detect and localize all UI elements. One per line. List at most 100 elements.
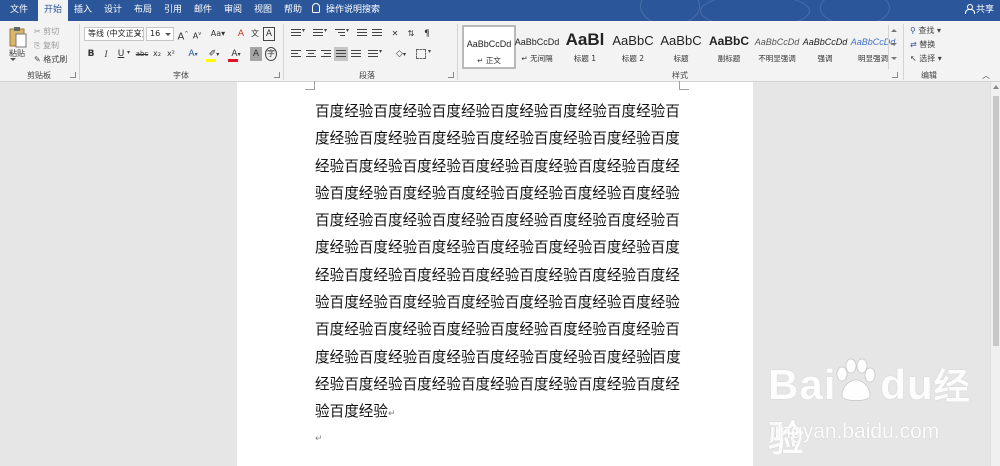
font-family-select[interactable]: 等线 (中文正文) xyxy=(84,27,144,41)
font-size-value: 16 xyxy=(150,29,161,38)
style-heading-1[interactable]: AaBl 标题 1 xyxy=(558,25,612,69)
change-case-button[interactable]: Aa▾ xyxy=(208,27,228,41)
tab-design[interactable]: 设计 xyxy=(98,0,128,21)
format-painter-label: 格式刷 xyxy=(43,55,68,64)
chevron-up-icon[interactable] xyxy=(891,29,897,32)
style-preview: AaBbCcDd xyxy=(754,37,800,47)
style-name: 强调 xyxy=(817,54,833,63)
text-line: 百度经验百度经验百度经验百度经验百度经验百度经验百 xyxy=(315,321,680,339)
change-case-icon: Aa xyxy=(210,29,222,38)
align-right-icon[interactable] xyxy=(321,50,331,59)
replace-button[interactable]: ⇄ 替换 xyxy=(910,39,935,50)
style-heading-2[interactable]: AaBbC 标题 2 xyxy=(606,25,660,69)
bold-button[interactable]: B xyxy=(86,47,96,61)
chinese-layout-button[interactable]: ✕ xyxy=(389,27,401,41)
clear-formatting-button[interactable]: A xyxy=(235,27,247,41)
paragraph-group-label: 段落 xyxy=(359,71,375,80)
tab-help[interactable]: 帮助 xyxy=(278,0,308,21)
grow-font-button[interactable]: A^ xyxy=(177,27,189,42)
underline-button[interactable]: U xyxy=(116,47,126,61)
collapse-ribbon-icon[interactable]: ︿ xyxy=(982,70,990,81)
bullets-dropdown-icon[interactable]: ▾ xyxy=(302,27,305,34)
empty-paragraph-mark[interactable]: ↵ xyxy=(315,434,323,444)
character-shading-button[interactable]: A xyxy=(250,47,262,61)
text-line: 经验百度经验百度经验百度经验百度经验百度经验百度经 xyxy=(315,375,680,393)
tab-layout[interactable]: 布局 xyxy=(128,0,158,21)
align-left-icon[interactable] xyxy=(291,50,301,59)
scroll-thumb[interactable] xyxy=(993,96,999,346)
shading-button[interactable]: ◇▾ xyxy=(392,47,410,61)
shrink-font-button[interactable]: Av xyxy=(191,27,203,41)
multilevel-list-icon[interactable] xyxy=(335,29,345,38)
chevron-down-icon[interactable] xyxy=(891,43,897,46)
tab-view[interactable]: 视图 xyxy=(248,0,278,21)
align-center-icon[interactable] xyxy=(306,50,316,59)
select-button[interactable]: ↖ 选择 ▾ xyxy=(910,53,942,64)
text-effects-button[interactable]: A▾ xyxy=(184,47,202,61)
share-button[interactable]: 共享 xyxy=(964,0,994,21)
format-painter-button[interactable]: ✎ 格式刷 xyxy=(34,54,67,65)
styles-launcher-icon[interactable] xyxy=(892,72,898,78)
style-subtle-emphasis[interactable]: AaBbCcDd 不明显强调 xyxy=(750,25,804,69)
copy-button[interactable]: ⎘ 复制 xyxy=(34,40,59,51)
tab-insert[interactable]: 插入 xyxy=(68,0,98,21)
borders-icon[interactable] xyxy=(416,49,426,59)
tab-file[interactable]: 文件 xyxy=(0,0,38,21)
paste-icon[interactable] xyxy=(8,25,28,49)
sort-button[interactable]: ⇅ xyxy=(405,27,417,41)
scroll-up-icon[interactable] xyxy=(993,85,999,89)
bullets-icon[interactable] xyxy=(291,29,301,38)
tab-mailings[interactable]: 邮件 xyxy=(188,0,218,21)
superscript-button[interactable]: x² xyxy=(165,47,177,61)
style-normal[interactable]: AaBbCcDd ↵ 正文 xyxy=(462,25,516,69)
style-subtitle[interactable]: AaBbC 副标题 xyxy=(702,25,756,69)
style-title[interactable]: AaBbC 标题 xyxy=(654,25,708,69)
text-line: 验百度经验百度经验百度经验百度经验百度经验百度经验 xyxy=(315,294,680,312)
line-spacing-dropdown-icon[interactable]: ▾ xyxy=(379,48,382,55)
character-border-button[interactable]: A xyxy=(263,27,275,41)
style-no-spacing[interactable]: AaBbCcDd ↵ 无间隔 xyxy=(510,25,564,69)
body-paragraph[interactable]: 百度经验百度经验百度经验百度经验百度经验百度经验百 度经验百度经验百度经验百度经… xyxy=(315,98,681,426)
numbering-dropdown-icon[interactable]: ▾ xyxy=(324,27,327,34)
clipboard-launcher-icon[interactable] xyxy=(70,72,76,78)
text-line: 经验百度经验百度经验百度经验百度经验百度经验百度经 xyxy=(315,266,680,284)
tell-me-search[interactable]: 操作说明搜索 xyxy=(312,0,380,21)
borders-dropdown-icon[interactable]: ▾ xyxy=(428,48,431,55)
tab-home[interactable]: 开始 xyxy=(38,0,68,21)
find-button[interactable]: ⚲ 查找 ▾ xyxy=(910,25,941,36)
show-marks-button[interactable]: ¶ xyxy=(421,27,433,41)
style-preview: AaBbC xyxy=(612,33,654,48)
style-preview: AaBbCcDd xyxy=(466,39,512,49)
decrease-indent-icon[interactable] xyxy=(357,29,367,38)
clipboard-group-label: 剪贴板 xyxy=(27,71,51,80)
tab-review[interactable]: 审阅 xyxy=(218,0,248,21)
numbering-icon[interactable] xyxy=(313,29,323,38)
replace-label: 替换 xyxy=(919,40,936,49)
more-styles-icon[interactable] xyxy=(891,57,897,60)
distributed-icon[interactable] xyxy=(351,50,361,59)
justify-icon xyxy=(336,50,346,59)
multilevel-dropdown-icon[interactable]: ▾ xyxy=(346,27,349,34)
character-shading-icon: A xyxy=(252,49,260,59)
increase-indent-icon[interactable] xyxy=(372,29,382,38)
strikethrough-button[interactable]: abc xyxy=(135,47,149,61)
font-size-select[interactable]: 16 xyxy=(146,27,174,41)
enclose-characters-button[interactable]: 字 xyxy=(265,47,277,61)
subscript-button[interactable]: x₂ xyxy=(151,47,163,61)
line-spacing-icon[interactable] xyxy=(368,50,378,59)
style-name: 不明显强调 xyxy=(758,54,796,63)
phonetic-guide-button[interactable]: 文 xyxy=(249,27,261,41)
cut-button[interactable]: ✂ 剪切 xyxy=(34,26,59,37)
font-launcher-icon[interactable] xyxy=(274,72,280,78)
underline-dropdown-icon[interactable]: ▾ xyxy=(127,49,130,56)
tab-references[interactable]: 引用 xyxy=(158,0,188,21)
copy-icon: ⎘ xyxy=(34,41,41,50)
paste-dropdown-icon[interactable] xyxy=(10,58,16,61)
paragraph-launcher-icon[interactable] xyxy=(448,72,454,78)
style-emphasis[interactable]: AaBbCcDd 强调 xyxy=(798,25,852,69)
text-after-caret: 百度 xyxy=(651,348,681,366)
document-page[interactable]: 百度经验百度经验百度经验百度经验百度经验百度经验百 度经验百度经验百度经验百度经… xyxy=(237,81,753,466)
italic-button[interactable]: I xyxy=(101,47,111,61)
text-line-with-caret: 度经验百度经验百度经验百度经验百度经验百度经验百度 xyxy=(315,344,681,371)
styles-gallery-scroll[interactable] xyxy=(888,25,898,69)
